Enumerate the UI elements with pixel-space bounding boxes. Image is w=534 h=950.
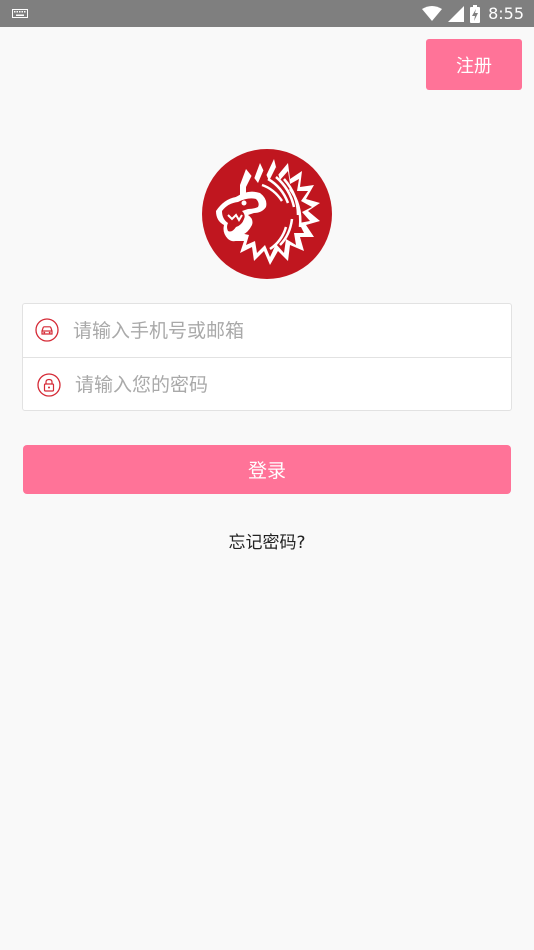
register-button[interactable]: 注册: [426, 39, 522, 90]
login-button[interactable]: 登录: [23, 445, 511, 494]
password-input[interactable]: [75, 358, 495, 411]
login-form: [22, 303, 512, 411]
battery-charging-icon: [470, 4, 481, 23]
password-row: [23, 358, 511, 411]
wifi-icon: [422, 5, 443, 21]
forgot-password-link[interactable]: 忘记密码?: [0, 528, 534, 553]
status-clock: 8:55: [488, 4, 524, 23]
keyboard-icon: [12, 9, 28, 18]
phone-email-input[interactable]: [73, 304, 493, 357]
car-icon: [35, 318, 59, 342]
phone-row: [23, 304, 511, 357]
signal-icon: [448, 5, 465, 22]
status-bar: 8:55: [0, 0, 534, 27]
lock-icon: [37, 373, 61, 397]
lion-logo-icon: [202, 149, 332, 279]
